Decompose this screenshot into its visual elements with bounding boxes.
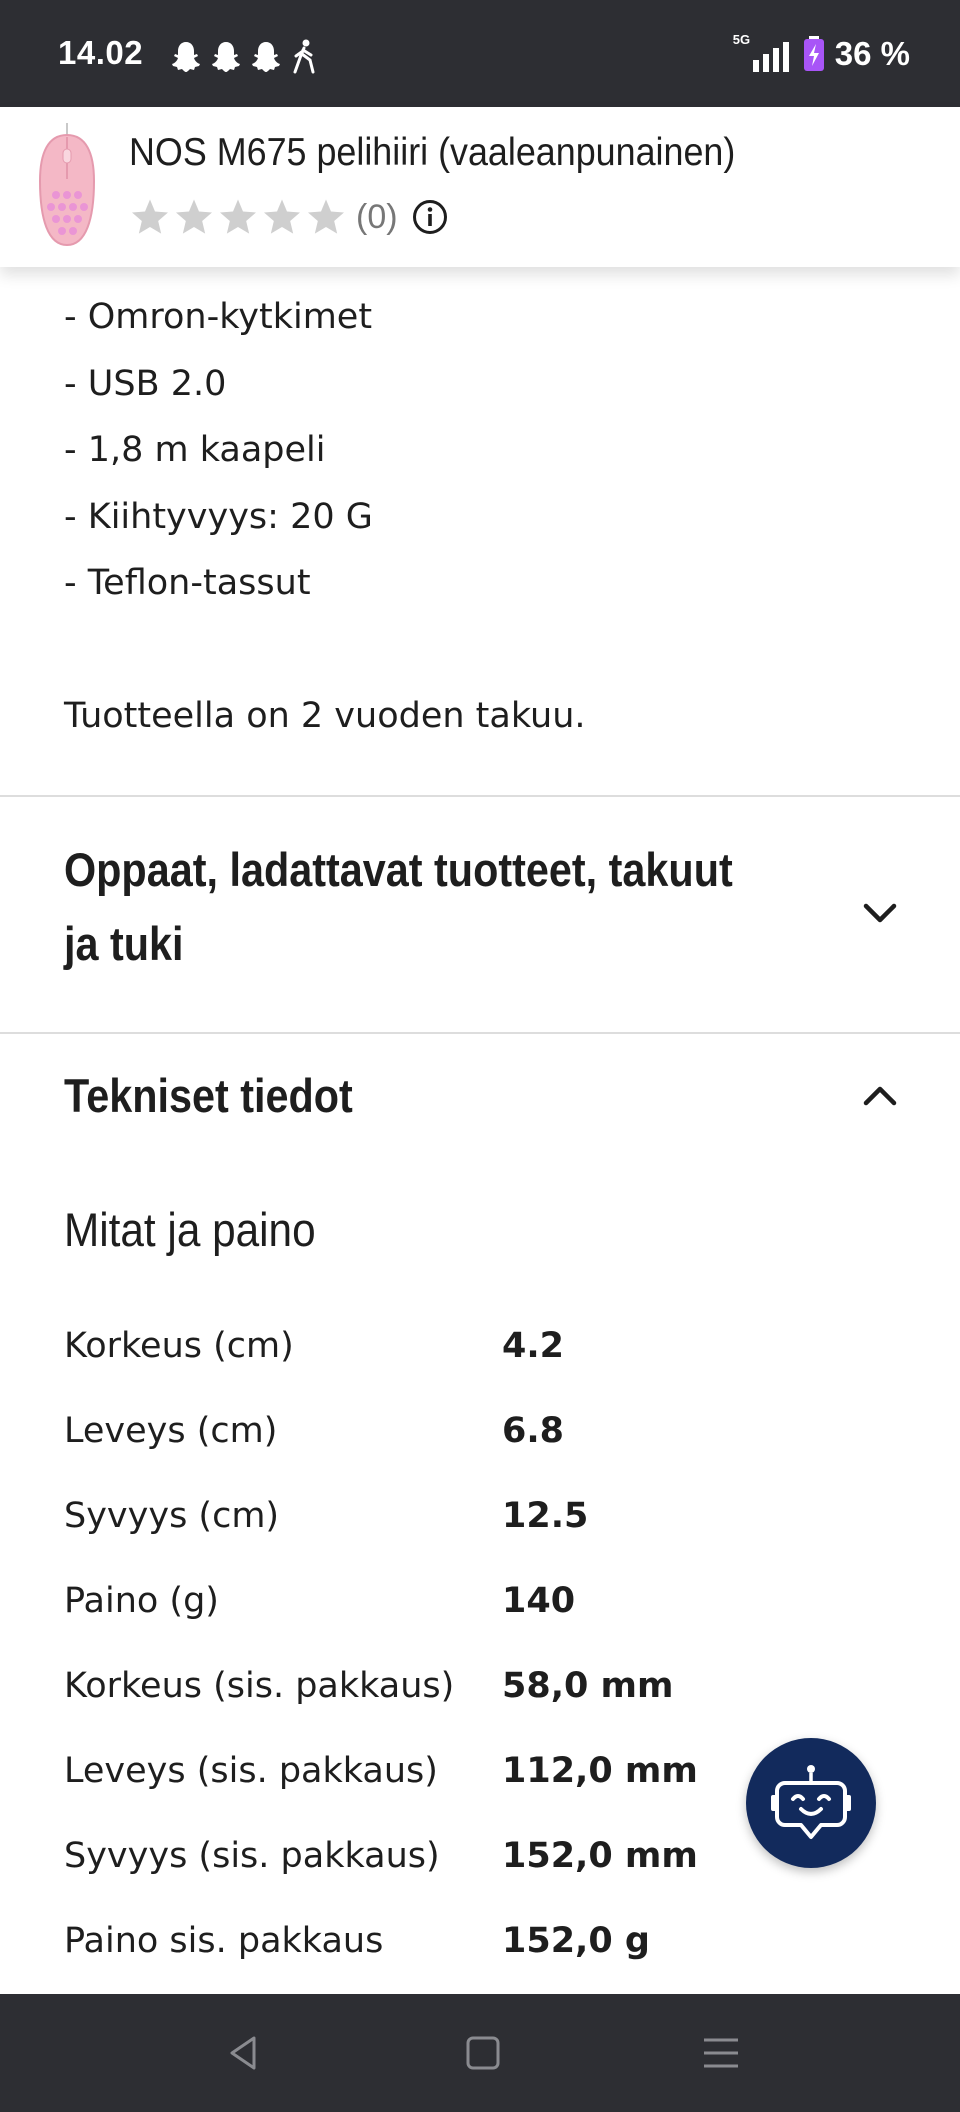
spec-row: Leveys (cm) 6.8 [0, 1411, 960, 1481]
spec-row: Korkeus (cm) 4.2 [0, 1326, 960, 1396]
status-right: 5G 36 % [732, 32, 910, 74]
description-line: - Teflon-tassut [64, 563, 311, 603]
chevron-down-icon [863, 903, 897, 923]
battery-charging-icon [803, 36, 824, 71]
home-icon[interactable] [460, 2030, 506, 2076]
product-thumbnail [38, 123, 96, 247]
spec-row: Syvyys (cm) 12.5 [0, 1496, 960, 1566]
signal-icon: 5G [732, 32, 793, 74]
product-rating[interactable]: (0) [130, 197, 448, 237]
spec-label: Korkeus (cm) [64, 1326, 294, 1366]
recents-icon[interactable] [698, 2030, 744, 2076]
description-line: - 1,8 m kaapeli [64, 430, 326, 470]
spec-label: Leveys (sis. pakkaus) [64, 1751, 438, 1791]
spec-row: Paino sis. pakkaus 152,0 g [0, 1921, 960, 1991]
star-icon [176, 199, 212, 234]
battery-percent: 36 % [834, 35, 910, 72]
spec-value: 6.8 [502, 1411, 565, 1451]
spec-value: 58,0 mm [502, 1666, 674, 1706]
spec-label: Paino sis. pakkaus [64, 1921, 384, 1961]
network-type: 5G [732, 32, 751, 47]
star-icon [308, 199, 344, 234]
accordion-guides-title: Oppaat, ladattavat tuotteet, takuut ja t… [64, 843, 733, 970]
spec-value: 4.2 [502, 1326, 565, 1366]
star-icon [132, 199, 168, 234]
spec-row: Korkeus (sis. pakkaus) 58,0 mm [0, 1666, 960, 1736]
product-header[interactable]: NOS M675 pelihiiri (vaaleanpunainen) (0) [0, 107, 960, 267]
spec-label: Korkeus (sis. pakkaus) [64, 1666, 455, 1706]
spec-value: 152,0 mm [502, 1836, 698, 1876]
spec-label: Syvyys (sis. pakkaus) [64, 1836, 440, 1876]
spec-value: 152,0 g [502, 1921, 650, 1961]
description-line: - Kiihtyvyys: 20 G [64, 497, 373, 537]
robot-chat-icon [771, 1765, 851, 1839]
info-icon[interactable] [412, 199, 448, 235]
snapchat-icon [172, 42, 200, 72]
accordion-specs[interactable]: Tekniset tiedot [0, 1034, 960, 1164]
spec-value: 140 [502, 1581, 576, 1621]
review-count: (0) [356, 197, 398, 236]
spec-group-title: Mitat ja paino [64, 1203, 316, 1256]
spec-row: Paino (g) 140 [0, 1581, 960, 1651]
warranty-text: Tuotteella on 2 vuoden takuu. [64, 696, 586, 736]
star-icon [264, 199, 300, 234]
description-line: - USB 2.0 [64, 364, 227, 404]
status-bar: 14.02 5G 36 % [0, 0, 960, 107]
star-icon [220, 199, 256, 234]
spec-value: 12.5 [502, 1496, 589, 1536]
accordion-specs-title: Tekniset tiedot [64, 1069, 353, 1122]
product-name: NOS M675 pelihiiri (vaaleanpunainen) [129, 131, 736, 174]
spec-value: 112,0 mm [502, 1751, 698, 1791]
back-icon[interactable] [222, 2030, 268, 2076]
chevron-up-icon [863, 1086, 897, 1106]
spec-label: Paino (g) [64, 1581, 219, 1621]
spec-label: Syvyys (cm) [64, 1496, 280, 1536]
chatbot-button[interactable] [746, 1738, 876, 1868]
snapchat-icon [212, 42, 240, 72]
navigation-bar [0, 1994, 960, 2112]
description-line: - Omron-kytkimet [64, 297, 373, 337]
status-time: 14.02 [58, 34, 144, 71]
snapchat-icon [252, 42, 280, 72]
accordion-guides[interactable]: Oppaat, ladattavat tuotteet, takuut ja t… [0, 797, 960, 1032]
rating-stars [130, 197, 346, 237]
spec-label: Leveys (cm) [64, 1411, 278, 1451]
walking-icon [293, 39, 315, 74]
notification-icons [170, 38, 318, 74]
